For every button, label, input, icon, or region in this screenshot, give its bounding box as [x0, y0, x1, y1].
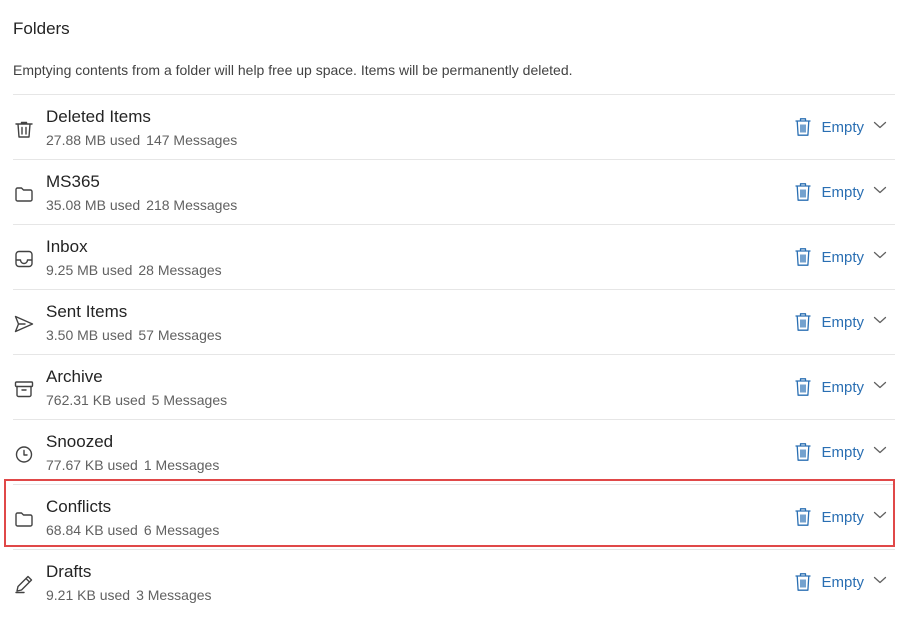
- chevron-down-icon[interactable]: [873, 445, 887, 455]
- trash-icon: [795, 248, 811, 266]
- trash-icon: [795, 508, 811, 526]
- folder-meta: 27.88 MB used 147 Messages: [46, 132, 237, 148]
- folder-size: 77.67 KB used: [46, 457, 138, 473]
- empty-button-snoozed[interactable]: Empty: [794, 440, 864, 464]
- folder-count: 1 Messages: [143, 457, 220, 473]
- empty-button-label: Empty: [821, 248, 864, 266]
- chevron-down-icon[interactable]: [873, 250, 887, 260]
- folder-name: Deleted Items: [46, 107, 151, 126]
- folder-meta: 9.25 MB used 28 Messages: [46, 262, 222, 278]
- empty-button-label: Empty: [821, 443, 864, 461]
- folder-size: 3.50 MB used: [46, 327, 133, 343]
- empty-button-label: Empty: [821, 508, 864, 526]
- folder-meta: 762.31 KB used 5 Messages: [46, 392, 227, 408]
- trash-icon: [795, 573, 811, 591]
- folder-name: Conflicts: [46, 497, 112, 516]
- folder-count: 57 Messages: [138, 327, 222, 343]
- empty-button-label: Empty: [821, 118, 864, 136]
- page-description: Emptying contents from a folder will hel…: [13, 62, 573, 78]
- folder-row-sent-items: Sent Items 3.50 MB used 57 Messages Empty: [13, 290, 895, 355]
- folder-count: 5 Messages: [151, 392, 228, 408]
- folder-list: Deleted Items 27.88 MB used 147 Messages …: [13, 94, 895, 614]
- trash-icon: [795, 378, 811, 396]
- folder-count: 6 Messages: [143, 522, 220, 538]
- folder-name: Sent Items: [46, 302, 128, 321]
- empty-button-label: Empty: [821, 378, 864, 396]
- send-icon: [13, 313, 35, 335]
- archive-icon: [13, 378, 35, 400]
- page-title: Folders: [13, 19, 70, 38]
- folder-size: 762.31 KB used: [46, 392, 146, 408]
- empty-button-conflicts[interactable]: Empty: [794, 505, 864, 529]
- folder-name: Inbox: [46, 237, 88, 256]
- empty-button-label: Empty: [821, 183, 864, 201]
- clock-icon: [13, 443, 35, 465]
- trash-icon: [795, 118, 811, 136]
- folder-row-archive: Archive 762.31 KB used 5 Messages Empty: [13, 355, 895, 420]
- empty-button-label: Empty: [821, 573, 864, 591]
- folder-meta: 9.21 KB used 3 Messages: [46, 587, 212, 603]
- chevron-down-icon[interactable]: [873, 120, 887, 130]
- folder-count: 218 Messages: [146, 197, 238, 213]
- folder-size: 68.84 KB used: [46, 522, 138, 538]
- folder-count: 3 Messages: [136, 587, 212, 603]
- folder-row-inbox: Inbox 9.25 MB used 28 Messages Empty: [13, 225, 895, 290]
- folder-name: Archive: [46, 367, 103, 386]
- folder-size: 9.25 MB used: [46, 262, 133, 278]
- folder-meta: 68.84 KB used 6 Messages: [46, 522, 219, 538]
- folder-icon: [13, 508, 35, 530]
- empty-button-archive[interactable]: Empty: [794, 375, 864, 399]
- empty-button-deleted-items[interactable]: Empty: [794, 115, 864, 139]
- empty-button-sent-items[interactable]: Empty: [794, 310, 864, 334]
- chevron-down-icon[interactable]: [873, 315, 887, 325]
- folder-meta: 77.67 KB used 1 Messages: [46, 457, 219, 473]
- pencil-icon: [13, 573, 35, 595]
- chevron-down-icon[interactable]: [873, 185, 887, 195]
- folder-size: 9.21 KB used: [46, 587, 131, 603]
- empty-button-ms365[interactable]: Empty: [794, 180, 864, 204]
- folder-row-snoozed: Snoozed 77.67 KB used 1 Messages Empty: [13, 420, 895, 485]
- chevron-down-icon[interactable]: [873, 575, 887, 585]
- trash-icon: [13, 118, 35, 140]
- empty-button-inbox[interactable]: Empty: [794, 245, 864, 269]
- folder-row-conflicts: Conflicts 68.84 KB used 6 Messages Empty: [13, 485, 895, 550]
- chevron-down-icon[interactable]: [873, 510, 887, 520]
- folder-count: 147 Messages: [146, 132, 238, 148]
- folder-name: Snoozed: [46, 432, 114, 451]
- folder-size: 35.08 MB used: [46, 197, 141, 213]
- folder-name: MS365: [46, 172, 100, 191]
- chevron-down-icon[interactable]: [873, 380, 887, 390]
- folder-name: Drafts: [46, 562, 92, 581]
- trash-icon: [795, 183, 811, 201]
- folder-icon: [13, 183, 35, 205]
- folder-count: 28 Messages: [138, 262, 222, 278]
- trash-icon: [795, 313, 811, 331]
- folder-meta: 3.50 MB used 57 Messages: [46, 327, 222, 343]
- folder-meta: 35.08 MB used 218 Messages: [46, 197, 237, 213]
- folder-row-drafts: Drafts 9.21 KB used 3 Messages Empty: [13, 550, 895, 614]
- folder-row-ms365: MS365 35.08 MB used 218 Messages Empty: [13, 160, 895, 225]
- trash-icon: [795, 443, 811, 461]
- folder-size: 27.88 MB used: [46, 132, 141, 148]
- empty-button-drafts[interactable]: Empty: [794, 570, 864, 594]
- folder-row-deleted-items: Deleted Items 27.88 MB used 147 Messages …: [13, 95, 895, 160]
- empty-button-label: Empty: [821, 313, 864, 331]
- inbox-icon: [13, 248, 35, 270]
